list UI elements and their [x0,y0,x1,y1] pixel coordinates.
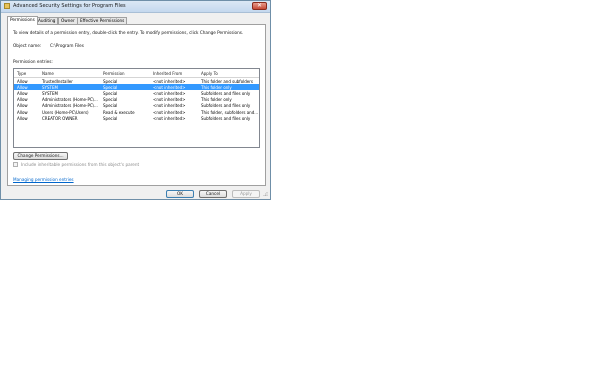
title-bar[interactable]: Advanced Security Settings for Program F… [1,1,270,13]
cell-apply-to: Subfolders and files only [201,90,251,96]
cell-type: Allow [17,97,28,103]
column-header-type[interactable]: Type [17,71,26,76]
tab-effective-permissions[interactable]: Effective Permissions [77,17,128,24]
cell-apply-to: This folder and subfolders [201,78,253,84]
tab-owner[interactable]: Owner [58,17,78,24]
cell-apply-to: This folder only [201,97,232,103]
cell-type: Allow [17,109,28,115]
column-header-name[interactable]: Name [42,71,54,76]
cell-type: Allow [17,103,28,109]
close-button[interactable]: ✕ [252,2,267,10]
cell-inherited-from: <not inherited> [153,84,186,90]
tab-permissions[interactable]: Permissions [7,16,38,25]
cell-name: SYSTEM [42,84,58,90]
cell-inherited-from: <not inherited> [153,90,186,96]
cell-apply-to: Subfolders and files only [201,103,251,109]
object-name-value: C:\Program Files [50,43,84,48]
cell-apply-to: This folder, subfolders and... [201,109,259,115]
apply-button[interactable]: Apply [232,190,260,198]
permission-entries-label: Permission entries: [13,59,53,64]
object-name-label: Object name: [13,43,42,48]
cancel-button[interactable]: Cancel [199,190,227,198]
cell-name: SYSTEM [42,90,58,96]
cell-permission: Special [103,97,118,103]
cell-name: TrustedInstaller [42,78,73,84]
cell-permission: Special [103,115,118,121]
cell-name: Administrators (Home-PC\... [42,103,98,109]
cell-inherited-from: <not inherited> [153,115,186,121]
tab-auditing[interactable]: Auditing [35,17,59,24]
cell-name: Users (Home-PC\Users) [42,109,89,115]
folder-lock-icon [4,3,10,9]
column-header-apply-to[interactable]: Apply To [201,71,218,76]
cell-inherited-from: <not inherited> [153,103,186,109]
cell-permission: Special [103,90,118,96]
cell-name: CREATOR OWNER [42,115,78,121]
resize-grip-icon[interactable] [262,191,268,197]
instructions-text: To view details of a permission entry, d… [13,30,244,35]
include-inheritable-label: Include inheritable permissions from thi… [21,162,140,167]
cell-permission: Special [103,84,118,90]
table-row[interactable]: Allow CREATOR OWNER Special <not inherit… [14,115,259,121]
managing-permission-entries-link[interactable]: Managing permission entries [13,177,74,182]
cell-inherited-from: <not inherited> [153,78,186,84]
list-header: Type Name Permission Inherited From Appl… [14,69,259,78]
permission-entries-list[interactable]: Type Name Permission Inherited From Appl… [13,68,260,148]
cell-type: Allow [17,90,28,96]
cell-apply-to: This folder only [201,84,232,90]
cell-permission: Read & execute [103,109,135,115]
cell-type: Allow [17,78,28,84]
column-header-inherited-from[interactable]: Inherited From [153,71,182,76]
advanced-security-settings-window: Advanced Security Settings for Program F… [0,0,271,200]
include-inheritable-checkbox[interactable] [13,162,18,167]
cell-permission: Special [103,103,118,109]
cell-apply-to: Subfolders and files only [201,115,251,121]
column-header-permission[interactable]: Permission [103,71,125,76]
cell-inherited-from: <not inherited> [153,109,186,115]
permissions-panel: To view details of a permission entry, d… [7,24,266,186]
ok-button[interactable]: OK [166,190,194,198]
cell-type: Allow [17,115,28,121]
change-permissions-button[interactable]: Change Permissions... [13,152,68,160]
window-title: Advanced Security Settings for Program F… [13,3,126,9]
cell-type: Allow [17,84,28,90]
cell-permission: Special [103,78,118,84]
cell-name: Administrators (Home-PC\... [42,97,98,103]
cell-inherited-from: <not inherited> [153,97,186,103]
